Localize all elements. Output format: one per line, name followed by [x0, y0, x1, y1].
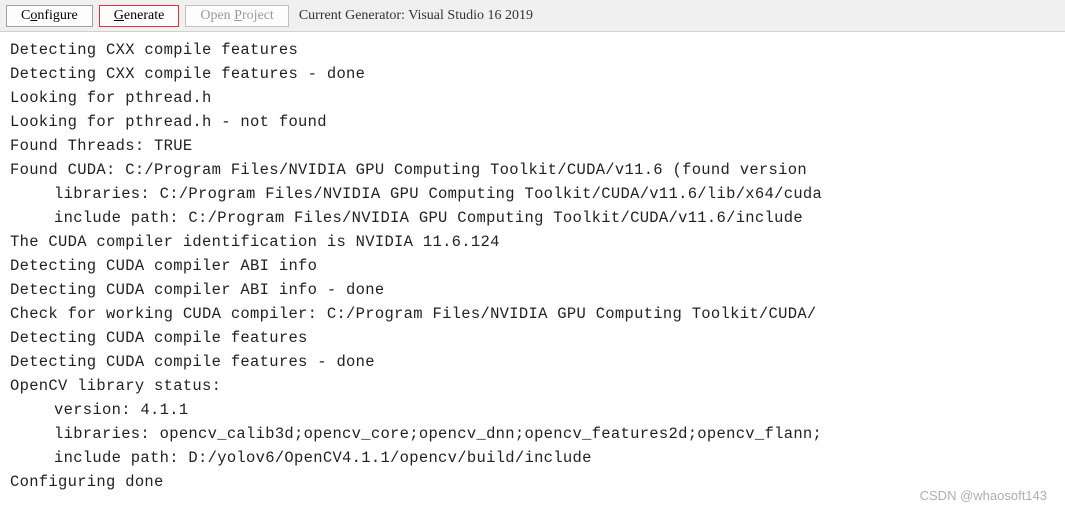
- log-line: Check for working CUDA compiler: C:/Prog…: [10, 305, 817, 323]
- output-log: Detecting CXX compile features Detecting…: [0, 32, 1065, 498]
- log-line: Detecting CUDA compile features: [10, 329, 308, 347]
- log-line: include path: C:/Program Files/NVIDIA GP…: [10, 206, 1061, 230]
- toolbar: Configure Generate Open Project Current …: [0, 0, 1065, 32]
- open-project-button: Open Project: [185, 5, 289, 27]
- current-generator-label: Current Generator: Visual Studio 16 2019: [299, 8, 533, 24]
- log-line: Detecting CUDA compiler ABI info: [10, 257, 317, 275]
- log-line: Detecting CXX compile features - done: [10, 65, 365, 83]
- log-line: include path: D:/yolov6/OpenCV4.1.1/open…: [10, 446, 1061, 470]
- log-line: Looking for pthread.h: [10, 89, 212, 107]
- log-line: version: 4.1.1: [10, 398, 1061, 422]
- configure-button[interactable]: Configure: [6, 5, 93, 27]
- log-line: Found CUDA: C:/Program Files/NVIDIA GPU …: [10, 161, 807, 179]
- generate-button[interactable]: Generate: [99, 5, 180, 27]
- log-line: Configuring done: [10, 473, 164, 491]
- log-line: libraries: opencv_calib3d;opencv_core;op…: [10, 422, 1061, 446]
- log-line: Detecting CXX compile features: [10, 41, 298, 59]
- log-line: Detecting CUDA compile features - done: [10, 353, 375, 371]
- log-line: The CUDA compiler identification is NVID…: [10, 233, 500, 251]
- log-line: OpenCV library status:: [10, 377, 221, 395]
- log-line: Found Threads: TRUE: [10, 137, 192, 155]
- log-line: Looking for pthread.h - not found: [10, 113, 327, 131]
- log-line: Detecting CUDA compiler ABI info - done: [10, 281, 384, 299]
- log-line: libraries: C:/Program Files/NVIDIA GPU C…: [10, 182, 1061, 206]
